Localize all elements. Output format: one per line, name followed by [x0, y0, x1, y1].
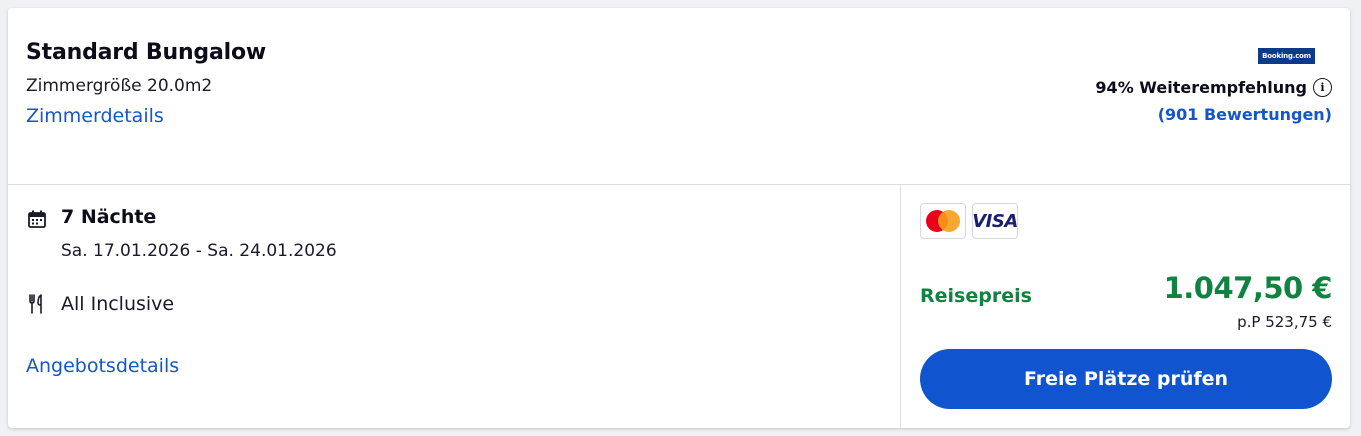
travel-dates: Sa. 17.01.2026 - Sa. 24.01.2026 — [61, 241, 337, 261]
room-details-link[interactable]: Zimmerdetails — [26, 105, 164, 127]
price-panel: VISA Reisepreis 1.047,50 € p.P 523,75 € … — [901, 185, 1350, 428]
offer-info: 7 Nächte Sa. 17.01.2026 - Sa. 24.01.2026… — [8, 185, 901, 428]
price-label: Reisepreis — [920, 285, 1032, 307]
offer-card: Standard Bungalow Zimmergröße 20.0m2 Zim… — [8, 8, 1350, 428]
mastercard-icon — [920, 203, 966, 239]
calendar-icon — [28, 210, 46, 228]
room-size: Zimmergröße 20.0m2 — [26, 76, 213, 96]
offer-details-link[interactable]: Angebotsdetails — [26, 355, 179, 377]
nights: 7 Nächte — [61, 206, 157, 228]
booking-logo: Booking.com — [1258, 48, 1315, 64]
recommendation: 94% Weiterempfehlung i — [1095, 78, 1332, 97]
price-per-person: p.P 523,75 € — [1237, 313, 1332, 331]
cutlery-icon — [29, 294, 42, 314]
room-header: Standard Bungalow Zimmergröße 20.0m2 Zim… — [8, 8, 1350, 185]
recommendation-text: 94% Weiterempfehlung — [1095, 78, 1307, 97]
payment-methods: VISA — [920, 203, 1018, 239]
check-availability-button[interactable]: Freie Plätze prüfen — [920, 349, 1332, 409]
visa-icon: VISA — [972, 203, 1018, 239]
visa-label: VISA — [972, 210, 1018, 232]
info-icon[interactable]: i — [1313, 78, 1332, 97]
reviews-link[interactable]: (901 Bewertungen) — [1158, 105, 1332, 124]
board-type: All Inclusive — [61, 293, 175, 315]
total-price: 1.047,50 € — [1163, 271, 1333, 305]
room-title: Standard Bungalow — [26, 40, 266, 65]
